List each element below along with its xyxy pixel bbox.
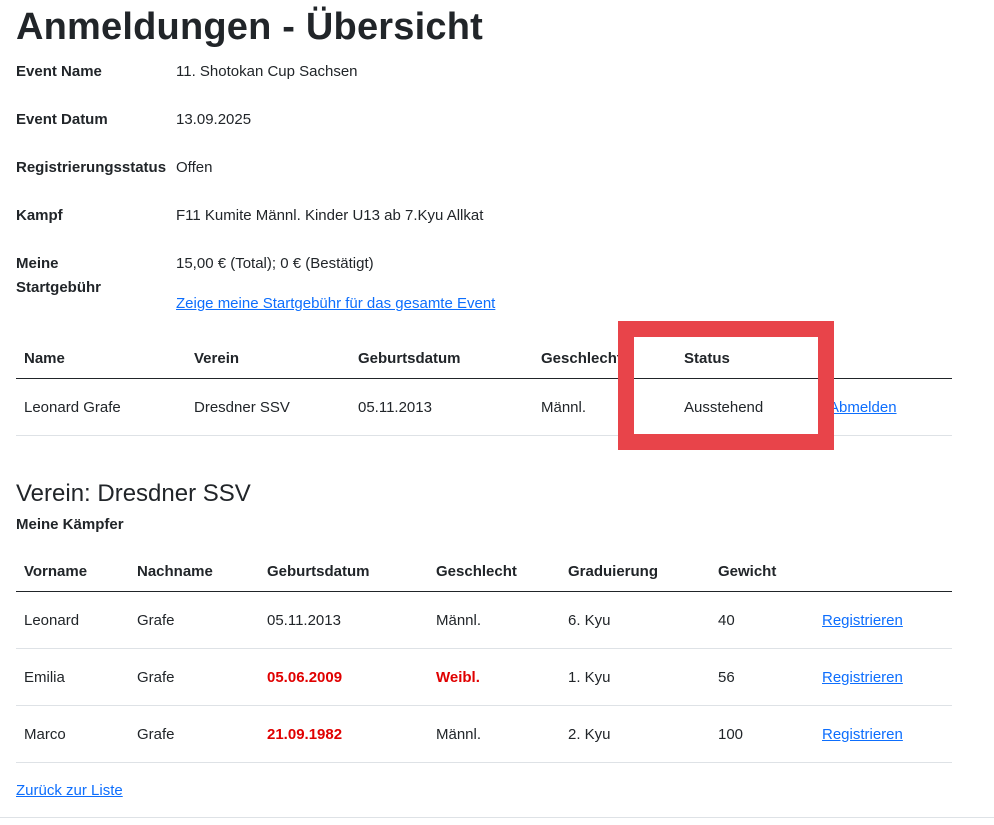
club-heading: Verein: Dresdner SSV [16, 480, 251, 507]
cell-weight: 40 [710, 591, 814, 649]
col-action [821, 338, 952, 379]
page-title: Anmeldungen - Übersicht [16, 6, 483, 48]
table-row: Leonard Grafe 05.11.2013 Männl. 6. Kyu 4… [16, 591, 952, 649]
my-fighters-heading: Meine Kämpfer [16, 516, 124, 533]
fight-value: F11 Kumite Männl. Kinder U13 ab 7.Kyu Al… [176, 207, 484, 224]
show-fee-link[interactable]: Zeige meine Startgebühr für das gesamte … [176, 295, 495, 312]
register-link[interactable]: Registrieren [822, 669, 903, 686]
cell-weight: 100 [710, 705, 814, 763]
cell-birthdate: 05.11.2013 [350, 378, 533, 436]
cell-name: Leonard Grafe [16, 378, 186, 436]
cell-club: Dresdner SSV [186, 378, 350, 436]
fight-label: Kampf [16, 207, 63, 224]
col-birthdate: Geburtsdatum [350, 338, 533, 379]
event-date-label: Event Datum [16, 111, 108, 128]
registration-status-label: Registrierungsstatus [16, 159, 167, 176]
footer-divider [0, 817, 994, 818]
event-name-value: 11. Shotokan Cup Sachsen [176, 63, 358, 80]
table-row: Marco Grafe 21.09.1982 Männl. 2. Kyu 100… [16, 705, 952, 763]
col-name: Name [16, 338, 186, 379]
cell-birthdate-warning: 21.09.1982 [259, 705, 428, 763]
cell-lastname: Grafe [129, 591, 259, 649]
cell-gender: Männl. [428, 591, 560, 649]
back-to-list-link[interactable]: Zurück zur Liste [16, 782, 123, 799]
col-birthdate: Geburtsdatum [259, 551, 428, 592]
table-row: Leonard Grafe Dresdner SSV 05.11.2013 Mä… [16, 378, 952, 436]
fee-label: Meine Startgebühr [16, 252, 174, 300]
cell-lastname: Grafe [129, 648, 259, 706]
table-row: Emilia Grafe 05.06.2009 Weibl. 1. Kyu 56… [16, 648, 952, 706]
cell-grade: 2. Kyu [560, 705, 710, 763]
col-grade: Graduierung [560, 551, 710, 592]
cell-firstname: Emilia [16, 648, 129, 706]
cell-status: Ausstehend [676, 378, 821, 436]
register-link[interactable]: Registrieren [822, 612, 903, 629]
unregister-link[interactable]: Abmelden [829, 399, 897, 416]
cell-gender-warning: Weibl. [428, 648, 560, 706]
cell-gender: Männl. [533, 378, 676, 436]
col-firstname: Vorname [16, 551, 129, 592]
registrations-table: Name Verein Geburtsdatum Geschlecht Stat… [16, 338, 952, 436]
col-gender: Geschlecht [428, 551, 560, 592]
fighters-table: Vorname Nachname Geburtsdatum Geschlecht… [16, 551, 952, 763]
registration-status-value: Offen [176, 159, 213, 176]
cell-firstname: Marco [16, 705, 129, 763]
col-action [814, 551, 952, 592]
col-lastname: Nachname [129, 551, 259, 592]
col-weight: Gewicht [710, 551, 814, 592]
register-link[interactable]: Registrieren [822, 726, 903, 743]
col-gender: Geschlecht [533, 338, 676, 379]
event-name-label: Event Name [16, 63, 102, 80]
event-date-value: 13.09.2025 [176, 111, 252, 128]
cell-grade: 6. Kyu [560, 591, 710, 649]
cell-firstname: Leonard [16, 591, 129, 649]
fee-value: 15,00 € (Total); 0 € (Bestätigt) [176, 255, 374, 272]
col-club: Verein [186, 338, 350, 379]
cell-gender: Männl. [428, 705, 560, 763]
cell-birthdate-warning: 05.06.2009 [259, 648, 428, 706]
col-status: Status [676, 338, 821, 379]
cell-grade: 1. Kyu [560, 648, 710, 706]
fee-label-line1: Meine [16, 255, 59, 272]
cell-birthdate: 05.11.2013 [259, 591, 428, 649]
fee-label-line2: Startgebühr [16, 279, 102, 296]
cell-lastname: Grafe [129, 705, 259, 763]
cell-weight: 56 [710, 648, 814, 706]
